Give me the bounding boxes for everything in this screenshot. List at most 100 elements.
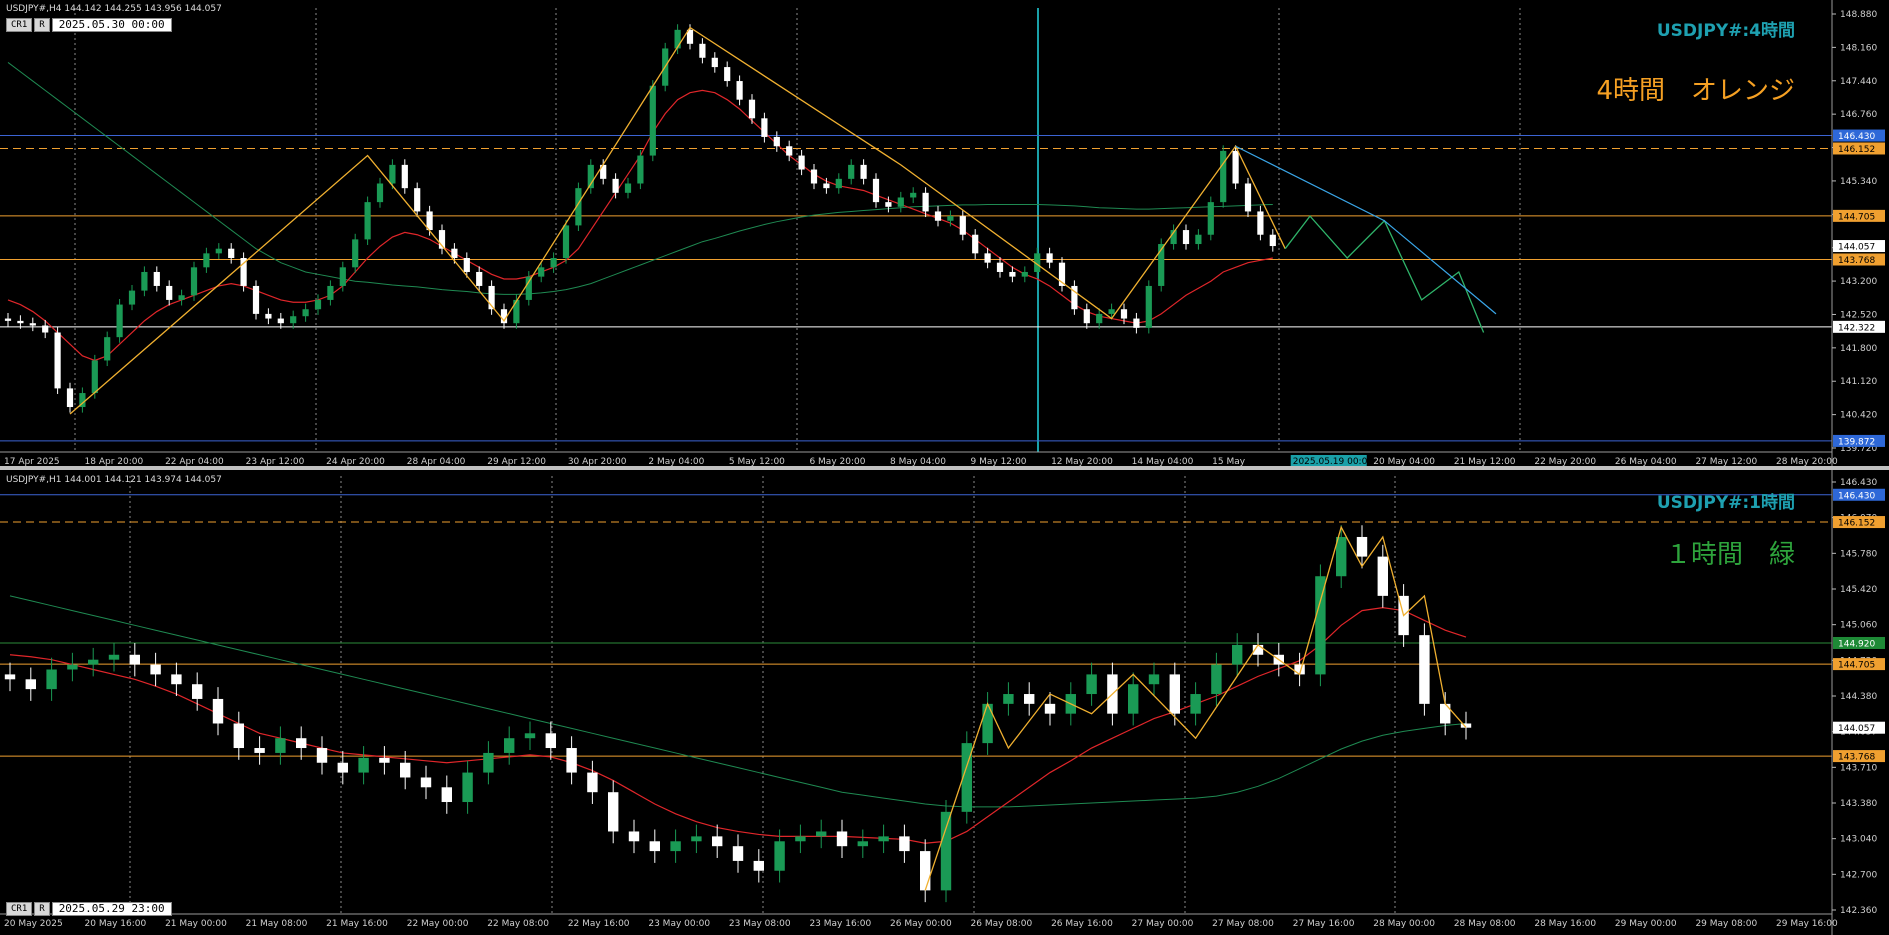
undefined-candle xyxy=(922,192,929,212)
undefined-candle xyxy=(699,43,706,58)
undefined-candle xyxy=(878,836,889,842)
undefined-level-label: 142.322 xyxy=(1838,323,1875,333)
h1-cr-button[interactable]: CR1 xyxy=(6,902,33,916)
undefined-candle xyxy=(1021,271,1028,277)
undefined-candle xyxy=(982,703,993,744)
undefined-candle xyxy=(389,164,396,184)
h4-r-button[interactable]: R xyxy=(34,18,50,32)
h1-r-button[interactable]: R xyxy=(34,902,50,916)
undefined-candle xyxy=(17,320,24,324)
undefined-candle xyxy=(400,762,411,778)
undefined-y-tick-label: 144.380 xyxy=(1840,692,1877,702)
undefined-level-label: 144.057 xyxy=(1838,243,1875,253)
undefined-candle xyxy=(1169,674,1180,714)
undefined-x-tick-label: 26 May 00:00 xyxy=(890,919,952,929)
undefined-candle xyxy=(562,225,570,259)
undefined-x-tick-label: 20 May 2025 xyxy=(4,919,63,929)
undefined-candle xyxy=(649,85,656,156)
h4-time-box: CR1 R 2025.05.30 00:00 xyxy=(6,18,172,32)
undefined-candle xyxy=(66,388,74,408)
h1-chart-title: USDJPY#:1時間 xyxy=(1656,493,1795,513)
h1-chart-svg[interactable]: 146.430146.070145.780145.420145.060144.7… xyxy=(0,470,1889,935)
undefined-candle xyxy=(327,285,334,300)
h4-chart-title: USDJPY#:4時間 xyxy=(1656,21,1795,41)
undefined-candle xyxy=(885,202,892,207)
undefined-candle xyxy=(275,738,286,753)
undefined-candle xyxy=(277,318,284,324)
undefined-candle xyxy=(1211,664,1222,695)
undefined-y-tick-label: 145.340 xyxy=(1840,177,1877,187)
undefined-candle xyxy=(795,836,806,842)
undefined-y-tick-label: 142.520 xyxy=(1840,310,1877,320)
undefined-candle xyxy=(624,183,632,193)
undefined-candle xyxy=(823,183,830,189)
undefined-candle xyxy=(773,136,780,147)
undefined-candle xyxy=(153,271,160,286)
undefined-candle xyxy=(203,253,210,268)
undefined-x-tick-label: 20 May 16:00 xyxy=(85,919,147,929)
chart-pane-h1[interactable]: 146.430146.070145.780145.420145.060144.7… xyxy=(0,470,1889,935)
undefined-candle xyxy=(587,772,598,793)
undefined-candle xyxy=(670,841,681,852)
undefined-candle xyxy=(1356,536,1368,557)
undefined-candle xyxy=(150,664,161,675)
undefined-candle xyxy=(104,337,111,361)
undefined-candle xyxy=(786,146,793,156)
undefined-level-label: 146.152 xyxy=(1838,519,1875,529)
undefined-candle xyxy=(314,299,322,310)
undefined-candle xyxy=(628,831,640,842)
undefined-candle xyxy=(1244,183,1252,212)
undefined-candle xyxy=(88,659,99,665)
undefined-candle xyxy=(4,318,12,321)
undefined-candle xyxy=(462,772,473,803)
undefined-candle xyxy=(46,669,57,690)
undefined-candle xyxy=(1108,309,1115,314)
undefined-candle xyxy=(940,811,952,891)
undefined-candle xyxy=(959,216,966,235)
undefined-y-tick-label: 140.420 xyxy=(1840,411,1877,421)
undefined-candle xyxy=(920,851,931,891)
undefined-candle xyxy=(910,192,917,198)
undefined-candle xyxy=(848,164,855,179)
undefined-candle xyxy=(215,248,222,254)
undefined-level-label: 144.705 xyxy=(1838,661,1875,671)
undefined-y-tick-label: 145.060 xyxy=(1840,621,1877,631)
undefined-x-tick-label: 26 May 08:00 xyxy=(971,919,1033,929)
chart-pane-h4[interactable]: 148.880148.160147.440146.760146.040145.3… xyxy=(0,0,1889,468)
undefined-candle xyxy=(748,99,756,119)
h1-time-box: CR1 R 2025.05.29 23:00 xyxy=(6,902,172,916)
undefined-candle xyxy=(1086,674,1097,695)
undefined-candle xyxy=(379,757,390,763)
undefined-candle xyxy=(302,309,309,317)
undefined-candle xyxy=(724,67,731,82)
undefined-candle xyxy=(1220,150,1227,203)
undefined-candle xyxy=(934,211,942,221)
undefined-y-tick-label: 146.760 xyxy=(1840,110,1877,120)
undefined-candle xyxy=(711,57,718,68)
h4-annotation: 4時間 オレンジ xyxy=(1596,76,1795,106)
undefined-candle xyxy=(42,325,49,333)
undefined-candle xyxy=(649,841,660,852)
undefined-candle xyxy=(254,748,265,753)
undefined-candle xyxy=(836,831,848,847)
h4-symbol-header: USDJPY#,H4 144.142 144.255 143.956 144.0… xyxy=(6,4,222,14)
undefined-y-tick-label: 143.040 xyxy=(1840,835,1877,845)
undefined-candle xyxy=(774,841,785,871)
undefined-candle xyxy=(835,178,842,189)
undefined-candle xyxy=(857,841,868,847)
undefined-candle xyxy=(116,304,123,338)
undefined-candle xyxy=(296,738,307,749)
h4-cr-button[interactable]: CR1 xyxy=(6,18,33,32)
undefined-candle xyxy=(1083,309,1090,324)
undefined-x-tick-label: 21 May 16:00 xyxy=(326,919,388,929)
undefined-candle xyxy=(166,285,173,300)
undefined-candle xyxy=(463,258,470,272)
undefined-candle xyxy=(212,698,224,724)
undefined-candle xyxy=(1190,694,1201,714)
h1-cursor-date: 2025.05.29 23:00 xyxy=(51,902,172,916)
undefined-x-tick-label: 27 May 00:00 xyxy=(1132,919,1194,929)
undefined-y-tick-label: 143.710 xyxy=(1840,763,1877,773)
undefined-candle xyxy=(1232,150,1239,184)
undefined-candle xyxy=(732,846,744,861)
undefined-candle xyxy=(178,295,185,300)
